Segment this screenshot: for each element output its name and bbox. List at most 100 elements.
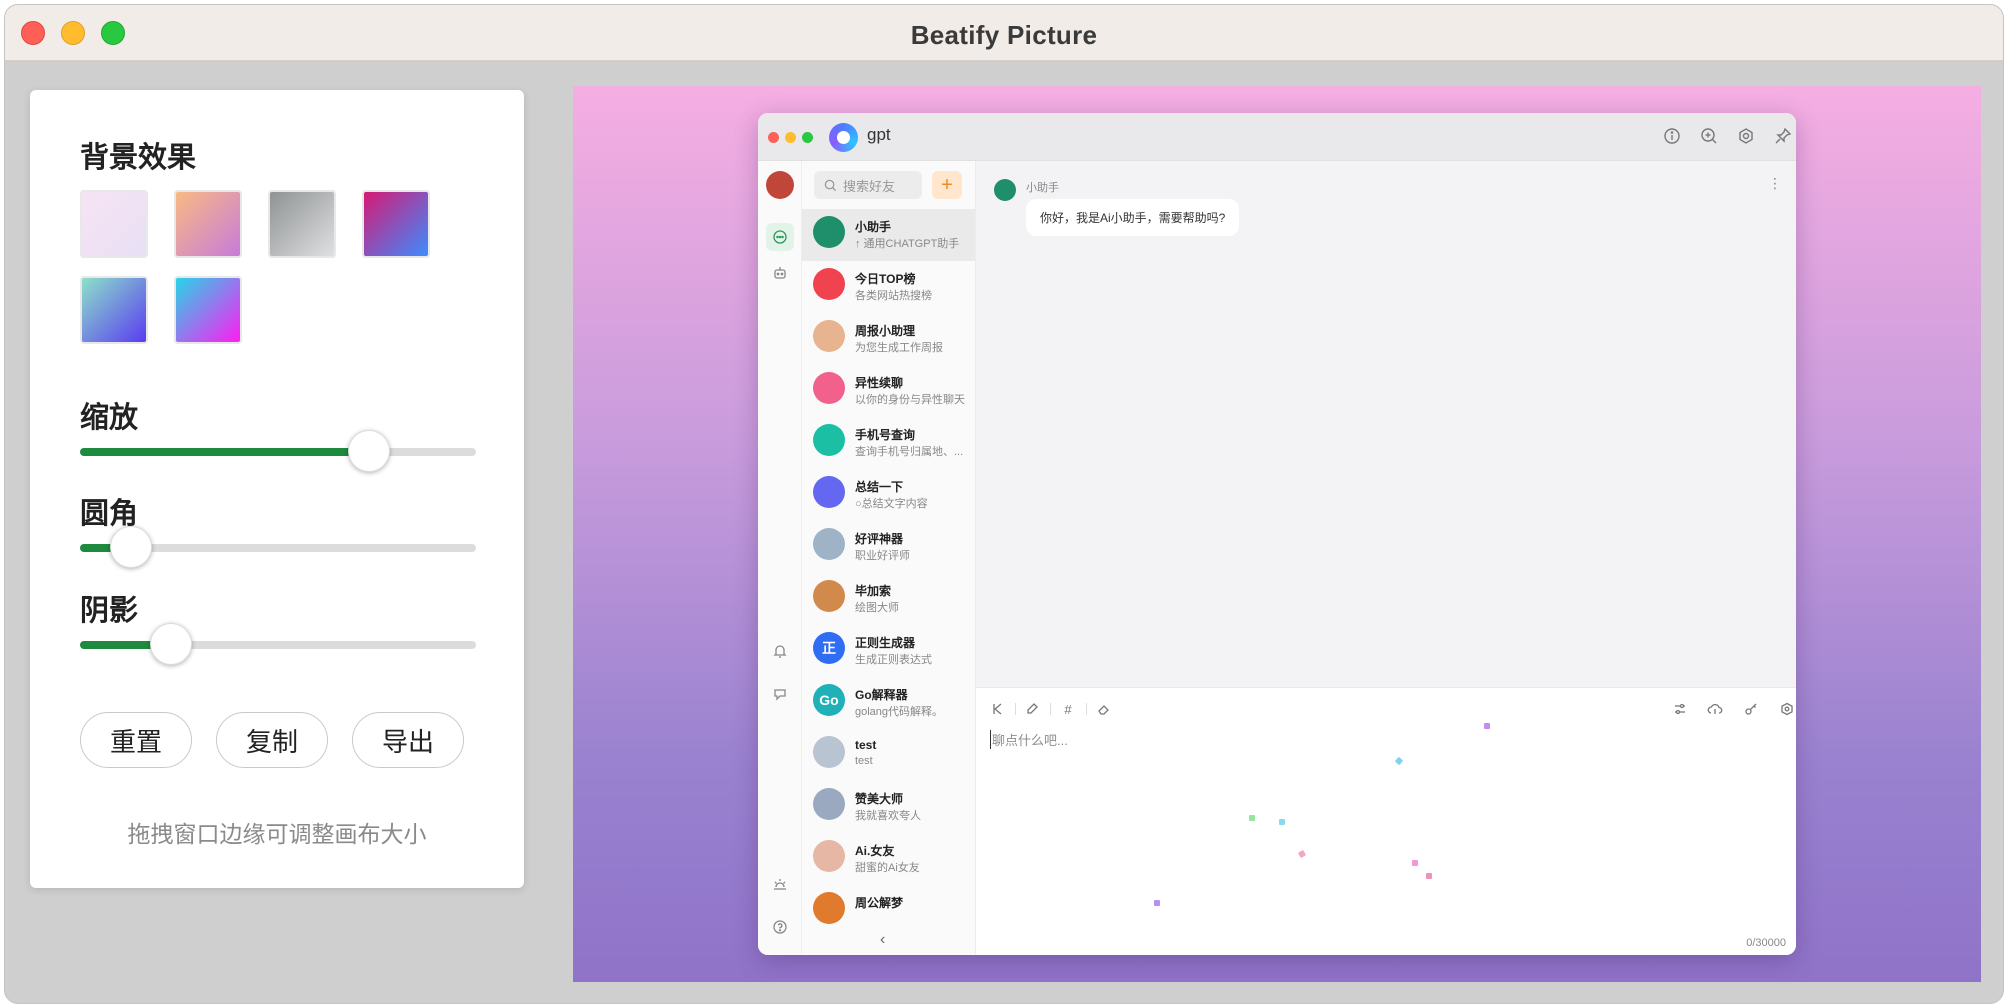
contact-item[interactable]: 总结一下 ○总结文字内容: [802, 469, 975, 521]
theme-sunrise-icon[interactable]: [766, 870, 794, 898]
confetti-piece: [1154, 900, 1160, 906]
window-title: Beatify Picture: [910, 20, 1098, 50]
app-zoom-dot: [802, 132, 813, 143]
contact-name: test: [855, 738, 877, 752]
app-window: Beatify Picture 背景效果 缩放 圆角 阴影 重置 复制 导出 拖…: [4, 4, 2004, 1004]
settings-sidebar: 背景效果 缩放 圆角 阴影 重置 复制 导出 拖拽窗口边缘可调整画布大小: [5, 62, 549, 1003]
copy-button[interactable]: 复制: [216, 712, 328, 768]
robot-icon[interactable]: [766, 259, 794, 287]
feedback-icon[interactable]: [766, 680, 794, 708]
contact-avatar: [813, 736, 845, 768]
help-icon[interactable]: [766, 913, 794, 941]
settings-panel: 背景效果 缩放 圆角 阴影 重置 复制 导出 拖拽窗口边缘可调整画布大小: [30, 90, 524, 888]
search-icon: [824, 179, 837, 191]
chat-icon[interactable]: [766, 223, 794, 251]
contact-item[interactable]: 赞美大师我就喜欢夸人: [802, 781, 975, 833]
export-button[interactable]: 导出: [352, 712, 464, 768]
chat-input[interactable]: 聊点什么吧...: [990, 730, 1068, 749]
contact-description: 甜蜜的Ai女友: [855, 862, 920, 874]
eraser-icon[interactable]: [1093, 698, 1115, 720]
contact-item[interactable]: test test: [802, 729, 975, 781]
contact-description: test: [855, 755, 873, 767]
adjust-icon[interactable]: [1669, 698, 1691, 720]
confetti-piece: [1426, 873, 1432, 879]
contact-description: 生成正则表达式: [855, 654, 932, 666]
contact-avatar: [813, 476, 845, 508]
zoom-in-icon[interactable]: [1699, 126, 1719, 146]
background-section-title: 背景效果: [80, 142, 197, 174]
contact-name: 毕加索: [855, 584, 892, 598]
zoom-slider-thumb[interactable]: [348, 430, 390, 472]
message-input-area[interactable]: # 聊点什么吧... 0/30000: [976, 687, 1796, 955]
add-contact-button[interactable]: +: [932, 171, 962, 199]
contact-item[interactable]: 正正则生成器生成正则表达式: [802, 625, 975, 677]
key-icon[interactable]: [1740, 698, 1762, 720]
contact-name: 赞美大师: [855, 792, 904, 806]
contact-description: 职业好评师: [855, 550, 910, 562]
zoom-slider-fill: [80, 448, 369, 456]
contact-description: 为您生成工作周报: [855, 342, 943, 354]
settings-icon[interactable]: [1736, 126, 1756, 146]
bell-icon[interactable]: [766, 637, 794, 665]
contact-item[interactable]: 好评神器 职业好评师: [802, 521, 975, 573]
contact-avatar: 正: [813, 632, 845, 664]
preview-canvas[interactable]: gpt 搜索好友 + 小助手 ↑ 通用CHATGPT助手 今日TOP榜 各类网站…: [573, 86, 1981, 982]
contact-item[interactable]: 周公解梦: [802, 885, 975, 937]
bot-avatar: [994, 179, 1016, 201]
radius-slider[interactable]: [80, 526, 476, 568]
swatch-magenta-blue[interactable]: [362, 190, 430, 258]
collapse-sidebar-icon[interactable]: ‹: [880, 931, 885, 949]
swatch-pastel-pink[interactable]: [80, 190, 148, 258]
toolbar-divider: [1086, 703, 1087, 715]
reset-button[interactable]: 重置: [80, 712, 192, 768]
shadow-slider[interactable]: [80, 623, 476, 665]
swatch-cyan-magenta[interactable]: [174, 276, 242, 344]
app-close-dot: [768, 132, 779, 143]
cloud-upload-icon[interactable]: [1704, 698, 1726, 720]
app-name: gpt: [867, 125, 891, 144]
confetti-piece: [1412, 860, 1418, 866]
contact-name: 小助手: [855, 220, 892, 234]
bot-name: 小助手: [1026, 182, 1059, 194]
clear-context-icon[interactable]: [986, 698, 1008, 720]
contact-avatar: [813, 580, 845, 612]
contact-item[interactable]: 今日TOP榜 各类网站热搜榜: [802, 261, 975, 313]
contact-item[interactable]: 周报小助理 为您生成工作周报: [802, 313, 975, 365]
contact-avatar: Go: [813, 684, 845, 716]
title-bar: Beatify Picture: [5, 5, 2003, 61]
contact-name: 周公解梦: [855, 896, 904, 910]
character-counter: 0/30000: [1746, 937, 1786, 949]
preview-area: gpt 搜索好友 + 小助手 ↑ 通用CHATGPT助手 今日TOP榜 各类网站…: [549, 62, 2003, 1003]
contact-avatar: [813, 372, 845, 404]
radius-slider-thumb[interactable]: [110, 526, 152, 568]
zoom-section-title: 缩放: [80, 402, 139, 434]
contact-item[interactable]: 小助手 ↑ 通用CHATGPT助手: [802, 209, 975, 261]
contact-item[interactable]: 手机号查询 查询手机号归属地、...: [802, 417, 975, 469]
contact-item[interactable]: 异性续聊 以你的身份与异性聊天: [802, 365, 975, 417]
contact-description: 查询手机号归属地、...: [855, 446, 964, 458]
contact-avatar: [813, 788, 845, 820]
model-settings-icon[interactable]: [1776, 698, 1796, 720]
friend-search-input[interactable]: 搜索好友: [814, 171, 922, 199]
user-avatar[interactable]: [766, 171, 794, 199]
brush-icon[interactable]: [1021, 698, 1043, 720]
contact-item[interactable]: Go Go解释器 golang代码解释。: [802, 677, 975, 729]
contact-item[interactable]: Ai.女友 甜蜜的Ai女友: [802, 833, 975, 885]
pin-icon[interactable]: [1773, 126, 1793, 146]
zoom-slider[interactable]: [80, 430, 476, 472]
toolbar-divider: [1015, 703, 1016, 715]
swatch-mint-purple[interactable]: [80, 276, 148, 344]
info-icon[interactable]: [1662, 126, 1682, 146]
contact-avatar: [813, 892, 845, 924]
hashtag-icon[interactable]: #: [1057, 698, 1079, 720]
shadow-slider-thumb[interactable]: [150, 623, 192, 665]
contact-item[interactable]: 毕加索 绘图大师: [802, 573, 975, 625]
swatch-orange-violet[interactable]: [174, 190, 242, 258]
contact-list: 搜索好友 + 小助手 ↑ 通用CHATGPT助手今日TOP榜 各类网站热搜榜 周报小助…: [802, 161, 976, 955]
contact-description: ↑ 通用CHATGPT助手: [855, 238, 960, 250]
swatch-gray[interactable]: [268, 190, 336, 258]
contact-description: 我就喜欢夸人: [855, 810, 921, 822]
more-options-icon[interactable]: ⋮: [1768, 175, 1782, 192]
contact-name: 异性续聊: [855, 376, 904, 390]
contact-name: 正则生成器: [855, 636, 916, 650]
